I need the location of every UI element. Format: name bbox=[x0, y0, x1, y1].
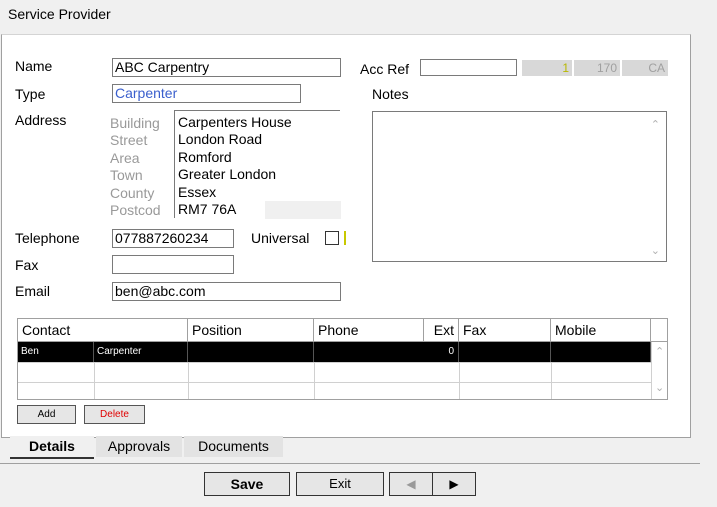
address-area-label: Area bbox=[110, 150, 140, 166]
address-street-label: Street bbox=[110, 132, 148, 148]
address-label: Address bbox=[15, 112, 67, 128]
telephone-field[interactable]: 077887260234 bbox=[112, 229, 234, 248]
address-county-field[interactable]: Essex bbox=[178, 184, 216, 200]
cell-position[interactable] bbox=[188, 342, 314, 362]
row-divider bbox=[18, 362, 651, 363]
universal-label: Universal bbox=[251, 230, 310, 246]
tab-approvals[interactable]: Approvals bbox=[96, 436, 182, 457]
accref-code-2: 170 bbox=[574, 60, 620, 76]
type-label: Type bbox=[15, 86, 46, 102]
address-building-label: Building bbox=[110, 115, 160, 131]
fax-field[interactable] bbox=[112, 255, 234, 274]
column-header-fax[interactable]: Fax bbox=[459, 319, 551, 341]
cell-fax[interactable] bbox=[459, 342, 551, 362]
row-divider bbox=[18, 382, 651, 383]
postcode-pad bbox=[265, 201, 341, 219]
cell-contact-title[interactable]: Carpenter bbox=[94, 342, 188, 362]
scroll-up-icon[interactable]: ⌃ bbox=[655, 345, 664, 358]
address-street-field[interactable]: London Road bbox=[178, 131, 262, 147]
col-divider bbox=[459, 362, 460, 399]
type-field[interactable]: Carpenter bbox=[112, 84, 301, 103]
col-divider bbox=[551, 362, 552, 399]
address-area-field[interactable]: Romford bbox=[178, 149, 232, 165]
name-field[interactable]: ABC Carpentry bbox=[112, 58, 341, 77]
exit-button[interactable]: Exit bbox=[296, 472, 384, 496]
telephone-label: Telephone bbox=[15, 230, 80, 246]
universal-checkbox[interactable] bbox=[325, 231, 339, 245]
address-town-label: Town bbox=[110, 167, 143, 183]
notes-textarea[interactable]: ⌃ ⌄ bbox=[372, 111, 667, 262]
accref-label: Acc Ref bbox=[360, 61, 410, 77]
address-town-field[interactable]: Greater London bbox=[178, 166, 276, 182]
accref-code-1: 1 bbox=[522, 60, 572, 76]
right-arrow-icon: ▶ bbox=[449, 477, 459, 491]
column-header-phone[interactable]: Phone bbox=[314, 319, 424, 341]
address-building-field[interactable]: Carpenters House bbox=[178, 114, 292, 130]
scroll-down-icon[interactable]: ⌄ bbox=[655, 381, 664, 394]
accref-code-3: CA bbox=[622, 60, 668, 76]
add-contact-button[interactable]: Add bbox=[17, 405, 76, 424]
address-county-label: County bbox=[110, 185, 155, 201]
scroll-up-icon[interactable]: ⌃ bbox=[651, 118, 660, 131]
save-button[interactable]: Save bbox=[204, 472, 290, 496]
address-box: Carpenters House London Road Romford Gre… bbox=[174, 110, 341, 219]
cell-ext[interactable]: 0 bbox=[314, 342, 459, 362]
universal-marker bbox=[344, 231, 346, 245]
col-divider bbox=[188, 362, 189, 399]
scroll-down-icon[interactable]: ⌄ bbox=[651, 244, 660, 257]
email-field[interactable]: ben@abc.com bbox=[112, 282, 341, 301]
tab-documents[interactable]: Documents bbox=[184, 436, 283, 457]
next-record-button[interactable]: ▶ bbox=[432, 472, 476, 496]
tab-details[interactable]: Details bbox=[10, 436, 94, 459]
contacts-grid[interactable]: Contact Position Phone Ext Fax Mobile Be… bbox=[17, 318, 668, 400]
address-postcode-field[interactable]: RM7 76A bbox=[178, 201, 236, 217]
col-divider bbox=[94, 362, 95, 399]
notes-label: Notes bbox=[372, 86, 409, 102]
col-divider bbox=[314, 362, 315, 399]
column-header-ext[interactable]: Ext bbox=[424, 319, 459, 341]
name-label: Name bbox=[15, 58, 53, 74]
column-header-contact[interactable]: Contact bbox=[18, 319, 188, 341]
footer-separator bbox=[0, 463, 700, 464]
accref-field[interactable] bbox=[420, 59, 517, 76]
column-header-mobile[interactable]: Mobile bbox=[551, 319, 651, 341]
column-header-position[interactable]: Position bbox=[188, 319, 314, 341]
previous-record-button[interactable]: ◀ bbox=[389, 472, 433, 496]
left-arrow-icon: ◀ bbox=[406, 477, 416, 491]
address-postcode-label: Postcod bbox=[110, 202, 161, 218]
column-header-scroll bbox=[651, 319, 667, 341]
cell-contact[interactable]: Ben bbox=[18, 342, 94, 362]
email-label: Email bbox=[15, 283, 51, 299]
fax-label: Fax bbox=[15, 257, 39, 273]
delete-contact-button[interactable]: Delete bbox=[84, 405, 145, 424]
col-divider bbox=[651, 342, 652, 399]
cell-mobile[interactable] bbox=[551, 342, 651, 362]
table-row[interactable]: Ben Carpenter 0 bbox=[18, 342, 651, 362]
window-title: Service Provider bbox=[8, 6, 111, 22]
